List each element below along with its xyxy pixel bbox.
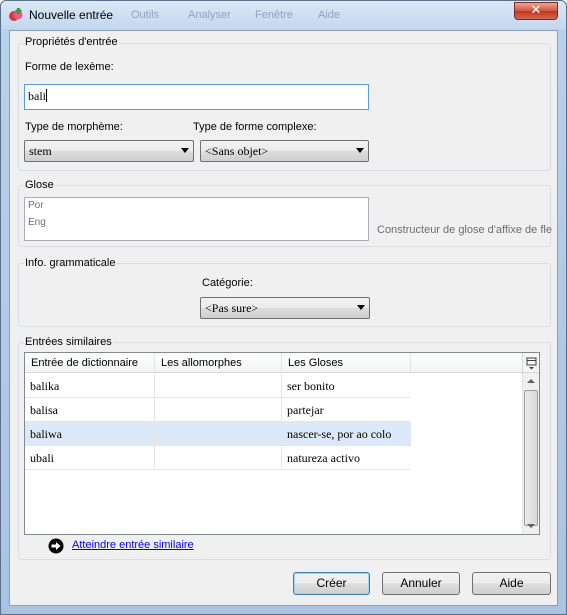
gloss-group-label: Glose [24, 179, 55, 191]
category-label: Catégorie: [202, 277, 253, 289]
cell-gloss: ser bonito [282, 374, 411, 398]
morpheme-type-label: Type de morphème: [25, 121, 123, 133]
affix-gloss-builder-link[interactable]: Constructeur de glose d'affixe de fle [377, 224, 552, 236]
chevron-down-icon [357, 305, 365, 310]
cell-allomorphs [155, 422, 282, 446]
background-menu-window: Fenêtre [255, 9, 293, 21]
table-row[interactable]: balisa partejar [25, 398, 411, 422]
scrollbar-thumb[interactable] [524, 390, 538, 526]
window-title: Nouvelle entrée [29, 8, 114, 22]
table-row[interactable]: ubali natureza activo [25, 446, 411, 470]
cell-allomorphs [155, 446, 282, 470]
cell-allomorphs [155, 398, 282, 422]
cancel-button-label: Annuler [400, 576, 442, 590]
lexeme-form-input[interactable]: bali [24, 84, 369, 110]
lexeme-form-value: bali [28, 89, 46, 103]
complex-form-type-select[interactable]: <Sans objet> [200, 140, 369, 162]
cell-entry: balisa [25, 398, 155, 422]
cancel-button[interactable]: Annuler [382, 572, 460, 595]
morpheme-type-value: stem [29, 144, 52, 158]
close-icon: ✕ [530, 3, 542, 18]
table-row[interactable]: balika ser bonito [25, 374, 411, 398]
gloss-ws-por-label: Por [28, 200, 44, 211]
column-header-glosses[interactable]: Les Gloses [282, 353, 411, 373]
close-button[interactable]: ✕ [514, 2, 558, 20]
background-menu-tools: Outils [131, 9, 160, 21]
column-header-entry[interactable]: Entrée de dictionnaire [25, 353, 155, 373]
gloss-input[interactable]: Por Eng [24, 197, 369, 241]
complex-form-type-value: <Sans objet> [205, 144, 269, 158]
cell-allomorphs [155, 374, 282, 398]
background-menu-help: Aide [318, 9, 341, 21]
create-button-label: Créer [316, 576, 347, 590]
chevron-down-icon [356, 148, 364, 153]
create-button[interactable]: Créer [293, 572, 370, 595]
dialog-body: Propriétés d'entrée Forme de lexème: bal… [9, 30, 558, 606]
cell-gloss: nascer-se, por ao colo [282, 422, 411, 446]
vertical-scrollbar[interactable] [522, 373, 539, 534]
cell-entry: balika [25, 374, 155, 398]
complex-form-type-label: Type de forme complexe: [193, 121, 317, 133]
cell-entry: baliwa [25, 422, 155, 446]
column-header-allomorphs[interactable]: Les allomorphes [155, 353, 282, 373]
help-button[interactable]: Aide [472, 572, 551, 595]
help-button-label: Aide [499, 576, 524, 590]
scroll-up-arrow-icon[interactable] [527, 379, 535, 383]
column-chooser-button[interactable] [522, 353, 539, 373]
table-header: Entrée de dictionnaire Les allomorphes L… [25, 353, 523, 373]
app-icon [9, 8, 23, 21]
morpheme-type-select[interactable]: stem [24, 140, 194, 162]
gloss-ws-eng-label: Eng [28, 217, 46, 228]
dialog-window: Nouvelle entrée Outils Analyser Fenêtre … [0, 0, 567, 615]
go-to-similar-entry-link[interactable]: Atteindre entrée similaire [72, 539, 194, 551]
cell-entry: ubali [25, 446, 155, 470]
column-chooser-icon [526, 357, 537, 370]
scroll-down-arrow-icon[interactable] [527, 524, 535, 528]
go-to-arrow-icon[interactable] [48, 538, 64, 554]
lexeme-form-label: Forme de lexème: [25, 61, 114, 73]
grammatical-info-label: Info. grammaticale [24, 257, 117, 269]
similar-entries-table[interactable]: Entrée de dictionnaire Les allomorphes L… [24, 352, 540, 535]
category-value: <Pas sure> [205, 301, 259, 315]
category-select[interactable]: <Pas sure> [200, 297, 370, 319]
background-menu-analyze: Analyser [188, 9, 231, 21]
entry-properties-label: Propriétés d'entrée [24, 36, 119, 48]
table-row-selected[interactable]: baliwa nascer-se, por ao colo [25, 422, 411, 446]
cell-gloss: partejar [282, 398, 411, 422]
similar-entries-label: Entrées similaires [24, 336, 113, 348]
chevron-down-icon [181, 148, 189, 153]
text-caret [46, 89, 47, 102]
cell-gloss: natureza activo [282, 446, 411, 470]
title-bar[interactable]: Nouvelle entrée Outils Analyser Fenêtre … [1, 1, 566, 29]
